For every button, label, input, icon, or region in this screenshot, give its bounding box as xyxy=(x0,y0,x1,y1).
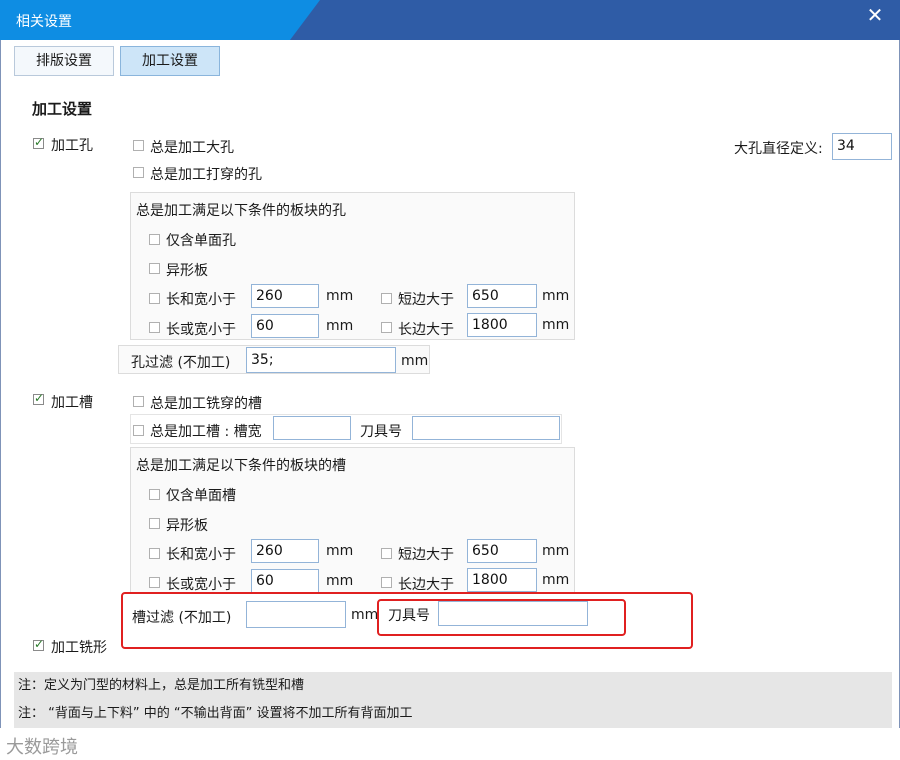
slot-short-gt-checkbox[interactable] xyxy=(381,548,392,559)
hole-short-gt-checkbox[interactable] xyxy=(381,293,392,304)
hole-lw-less-input[interactable]: 260 xyxy=(251,284,319,308)
process-mill-label: 加工铣形 xyxy=(51,640,107,656)
always-through-hole-label: 总是加工打穿的孔 xyxy=(150,167,262,183)
big-hole-diameter-input[interactable]: 34 xyxy=(832,133,892,160)
slot-tool-label: 刀具号 xyxy=(360,424,402,440)
slot-long-gt-checkbox[interactable] xyxy=(381,577,392,588)
single-face-slot-label: 仅含单面槽 xyxy=(166,488,236,504)
hole-short-gt-unit: mm xyxy=(542,288,570,304)
window-title: 相关设置 xyxy=(16,14,72,30)
slot-short-gt-unit: mm xyxy=(542,543,570,559)
hole-long-gt-checkbox[interactable] xyxy=(381,322,392,333)
highlight-inner-box xyxy=(377,599,626,636)
slot-long-gt-unit: mm xyxy=(542,572,570,588)
process-slot-checkbox[interactable] xyxy=(33,391,44,405)
hole-short-gt-input[interactable]: 650 xyxy=(467,284,537,308)
always-slot-label: 总是加工槽 : 槽宽 xyxy=(150,424,262,440)
slot-lw-less-unit: mm xyxy=(326,543,354,559)
big-hole-diameter-label: 大孔直径定义: xyxy=(734,141,823,157)
slot-width-input[interactable] xyxy=(273,416,351,440)
hole-lw-or-less-checkbox[interactable] xyxy=(149,322,160,333)
slot-tool-input[interactable] xyxy=(412,416,560,440)
always-big-hole-label: 总是加工大孔 xyxy=(150,140,234,156)
slot-lw-or-less-label: 长或宽小于 xyxy=(166,577,236,593)
bottom-bar xyxy=(0,728,900,760)
section-title: 加工设置 xyxy=(32,100,93,118)
slot-short-gt-label: 短边大于 xyxy=(398,547,454,563)
hole-filter-label: 孔过滤 (不加工) xyxy=(131,355,231,371)
hole-filter-input[interactable]: 35; xyxy=(246,347,396,373)
slot-lw-less-input[interactable]: 260 xyxy=(251,539,319,563)
tab-processing-settings[interactable]: 加工设置 xyxy=(120,46,220,76)
hole-filter-unit: mm xyxy=(401,353,429,369)
close-icon: ✕ xyxy=(866,3,884,27)
hole-irregular-board-checkbox[interactable] xyxy=(149,263,160,274)
always-through-hole-checkbox[interactable] xyxy=(133,167,144,178)
note-door-material: 注：定义为门型的材料上，总是加工所有铣型和槽 xyxy=(14,672,892,700)
title-bar: 相关设置 ✕ xyxy=(0,0,900,40)
hole-lw-or-less-label: 长或宽小于 xyxy=(166,322,236,338)
process-hole-label: 加工孔 xyxy=(51,138,93,154)
slot-lw-less-checkbox[interactable] xyxy=(149,548,160,559)
hole-lw-or-less-unit: mm xyxy=(326,318,354,334)
tab-layout-settings[interactable]: 排版设置 xyxy=(14,46,114,76)
slot-condition-title: 总是加工满足以下条件的板块的槽 xyxy=(136,458,346,474)
slot-long-gt-label: 长边大于 xyxy=(398,577,454,593)
slot-lw-less-label: 长和宽小于 xyxy=(166,547,236,563)
slot-long-gt-input[interactable]: 1800 xyxy=(467,568,537,592)
hole-long-gt-unit: mm xyxy=(542,317,570,333)
single-face-hole-checkbox[interactable] xyxy=(149,234,160,245)
process-slot-label: 加工槽 xyxy=(51,395,93,411)
hole-long-gt-input[interactable]: 1800 xyxy=(467,313,537,337)
note-back-face: 注： “背面与上下料” 中的 “不输出背面” 设置将不加工所有背面加工 xyxy=(14,700,892,728)
hole-condition-title: 总是加工满足以下条件的板块的孔 xyxy=(136,203,346,219)
hole-lw-less-label: 长和宽小于 xyxy=(166,292,236,308)
slot-lw-or-less-checkbox[interactable] xyxy=(149,577,160,588)
always-mill-through-slot-checkbox[interactable] xyxy=(133,396,144,407)
slot-lw-or-less-unit: mm xyxy=(326,573,354,589)
close-button[interactable]: ✕ xyxy=(860,4,890,28)
hole-lw-less-checkbox[interactable] xyxy=(149,293,160,304)
process-hole-checkbox[interactable] xyxy=(33,135,44,149)
always-big-hole-checkbox[interactable] xyxy=(133,140,144,151)
single-face-hole-label: 仅含单面孔 xyxy=(166,233,236,249)
hole-short-gt-label: 短边大于 xyxy=(398,292,454,308)
always-slot-checkbox[interactable] xyxy=(133,425,144,436)
slot-lw-or-less-input[interactable]: 60 xyxy=(251,569,319,593)
watermark-text: 大数跨境 xyxy=(6,737,78,758)
hole-long-gt-label: 长边大于 xyxy=(398,322,454,338)
single-face-slot-checkbox[interactable] xyxy=(149,489,160,500)
hole-lw-or-less-input[interactable]: 60 xyxy=(251,314,319,338)
hole-lw-less-unit: mm xyxy=(326,288,354,304)
process-mill-checkbox[interactable] xyxy=(33,637,44,651)
slot-irregular-board-label: 异形板 xyxy=(166,518,208,534)
hole-irregular-board-label: 异形板 xyxy=(166,263,208,279)
slot-short-gt-input[interactable]: 650 xyxy=(467,539,537,563)
slot-irregular-board-checkbox[interactable] xyxy=(149,518,160,529)
always-mill-through-slot-label: 总是加工铣穿的槽 xyxy=(150,396,262,412)
